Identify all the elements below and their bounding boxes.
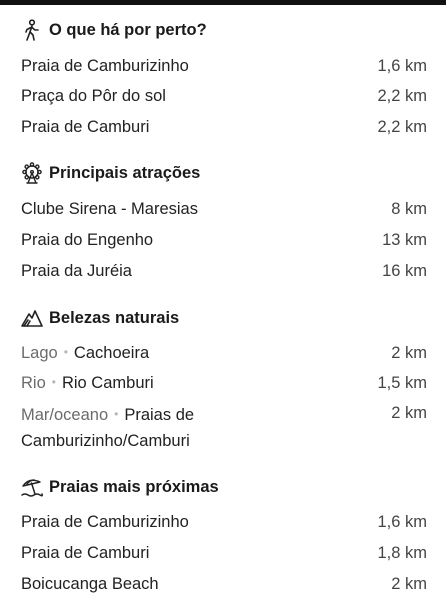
place-name: Mar/oceano • Praias de Camburizinho/Cambur… [21, 403, 251, 454]
distance: 2 km [391, 344, 427, 362]
list-item[interactable]: Rio • Rio Camburi 1,5 km [21, 374, 427, 400]
place-name: Clube Sirena - Maresias [21, 200, 198, 218]
distance: 2 km [391, 404, 427, 422]
section-header-nearest-beaches: Praias mais próximas [21, 474, 219, 500]
list-item[interactable]: Lago • Cachoeira 2 km [21, 344, 427, 370]
section-title: Belezas naturais [49, 308, 180, 327]
mountain-icon [21, 307, 43, 329]
list-item[interactable]: Praia da Juréia 16 km [21, 262, 427, 288]
list-item[interactable]: Praia de Camburizinho 1,6 km [21, 513, 427, 539]
list-item[interactable]: Praia de Camburizinho 1,6 km [21, 57, 427, 83]
list-item[interactable]: Praia de Camburi 1,8 km [21, 544, 427, 570]
section-title: Praias mais próximas [49, 477, 219, 496]
place-name: Praia do Engenho [21, 231, 154, 249]
separator-dot: • [51, 375, 56, 389]
list-item[interactable]: Mar/oceano • Praias de Camburizinho/Cambur… [21, 404, 427, 456]
top-edge-bar [0, 0, 446, 5]
distance: 1,6 km [377, 57, 427, 75]
place-name: Praia de Camburizinho [21, 57, 189, 75]
list-item[interactable]: Clube Sirena - Maresias 8 km [21, 200, 427, 226]
list-item[interactable]: Boicucanga Beach 2 km [21, 575, 427, 601]
place-name: Praça do Pôr do sol [21, 87, 166, 105]
place-name: Praia de Camburi [21, 544, 150, 562]
category-label: Mar/oceano [21, 406, 109, 424]
section-title: Principais atrações [49, 163, 201, 182]
distance: 1,8 km [377, 544, 427, 562]
place-name: Lago • Cachoeira [21, 344, 149, 363]
category-label: Rio [21, 374, 46, 392]
distance: 16 km [382, 262, 427, 280]
place-name: Praia de Camburi [21, 118, 150, 136]
beach-umbrella-icon [21, 476, 43, 498]
section-header-nearby: O que há por perto? [21, 17, 207, 43]
distance: 2,2 km [377, 87, 427, 105]
category-label: Lago [21, 344, 58, 362]
place-name: Boicucanga Beach [21, 575, 159, 593]
walking-person-icon [21, 19, 43, 41]
distance: 13 km [382, 231, 427, 249]
separator-dot: • [63, 345, 68, 359]
place-name: Praia da Juréia [21, 262, 132, 280]
place-name-text: Cachoeira [73, 344, 150, 362]
list-item[interactable]: Praia do Engenho 13 km [21, 231, 427, 257]
attractions-icon [21, 162, 43, 184]
list-item[interactable]: Praia de Camburi 2,2 km [21, 118, 427, 144]
section-header-natural-beauty: Belezas naturais [21, 305, 179, 331]
distance: 1,5 km [377, 374, 427, 392]
distance: 2,2 km [377, 118, 427, 136]
section-header-attractions: Principais atrações [21, 160, 200, 186]
separator-dot: • [114, 407, 119, 421]
place-name: Praia de Camburizinho [21, 513, 189, 531]
distance: 1,6 km [377, 513, 427, 531]
distance: 2 km [391, 575, 427, 593]
list-item[interactable]: Praça do Pôr do sol 2,2 km [21, 87, 427, 113]
distance: 8 km [391, 200, 427, 218]
place-name: Rio • Rio Camburi [21, 374, 154, 393]
place-name-text: Rio Camburi [61, 374, 154, 392]
section-title: O que há por perto? [49, 20, 207, 39]
